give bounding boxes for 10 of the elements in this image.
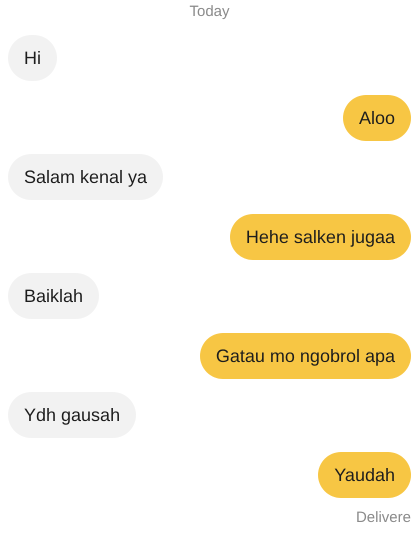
received-message: Baiklah <box>8 273 100 319</box>
received-message: Hi <box>8 35 57 81</box>
sent-message: Gatau mo ngobrol apa <box>200 332 411 378</box>
sent-message: Yaudah <box>318 452 411 498</box>
sent-message: Aloo <box>342 94 411 140</box>
date-label: Today <box>188 3 231 21</box>
received-message: Ydh gausah <box>8 392 136 438</box>
received-message: Salam kenal ya <box>8 154 164 200</box>
delivery-status: Delivere <box>354 508 411 528</box>
sent-message: Hehe salken jugaa <box>230 214 411 260</box>
